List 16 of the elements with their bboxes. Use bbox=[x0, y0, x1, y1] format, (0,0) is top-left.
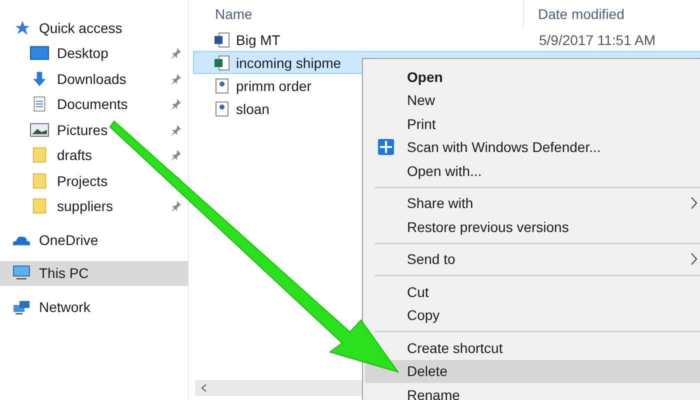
nav-label: Documents bbox=[57, 96, 128, 112]
file-name: primm order bbox=[236, 78, 312, 94]
file-name: sloan bbox=[236, 100, 270, 116]
nav-label: drafts bbox=[57, 147, 92, 164]
nav-label: Network bbox=[39, 298, 90, 315]
nav-label: This PC bbox=[39, 265, 89, 282]
nav-label: Pictures bbox=[57, 122, 108, 138]
nav-label: Quick access bbox=[39, 20, 122, 36]
date-modified: 5/9/2017 11:51 AM bbox=[538, 32, 656, 48]
nav-label: Desktop bbox=[57, 45, 108, 62]
nav-label: Downloads bbox=[57, 70, 126, 87]
nav-label: OneDrive bbox=[39, 232, 98, 248]
nav-label: suppliers bbox=[57, 198, 114, 214]
file-name: incoming shipme bbox=[236, 54, 342, 70]
file-name: Big MT bbox=[236, 32, 280, 48]
nav-label: Projects bbox=[57, 172, 108, 189]
